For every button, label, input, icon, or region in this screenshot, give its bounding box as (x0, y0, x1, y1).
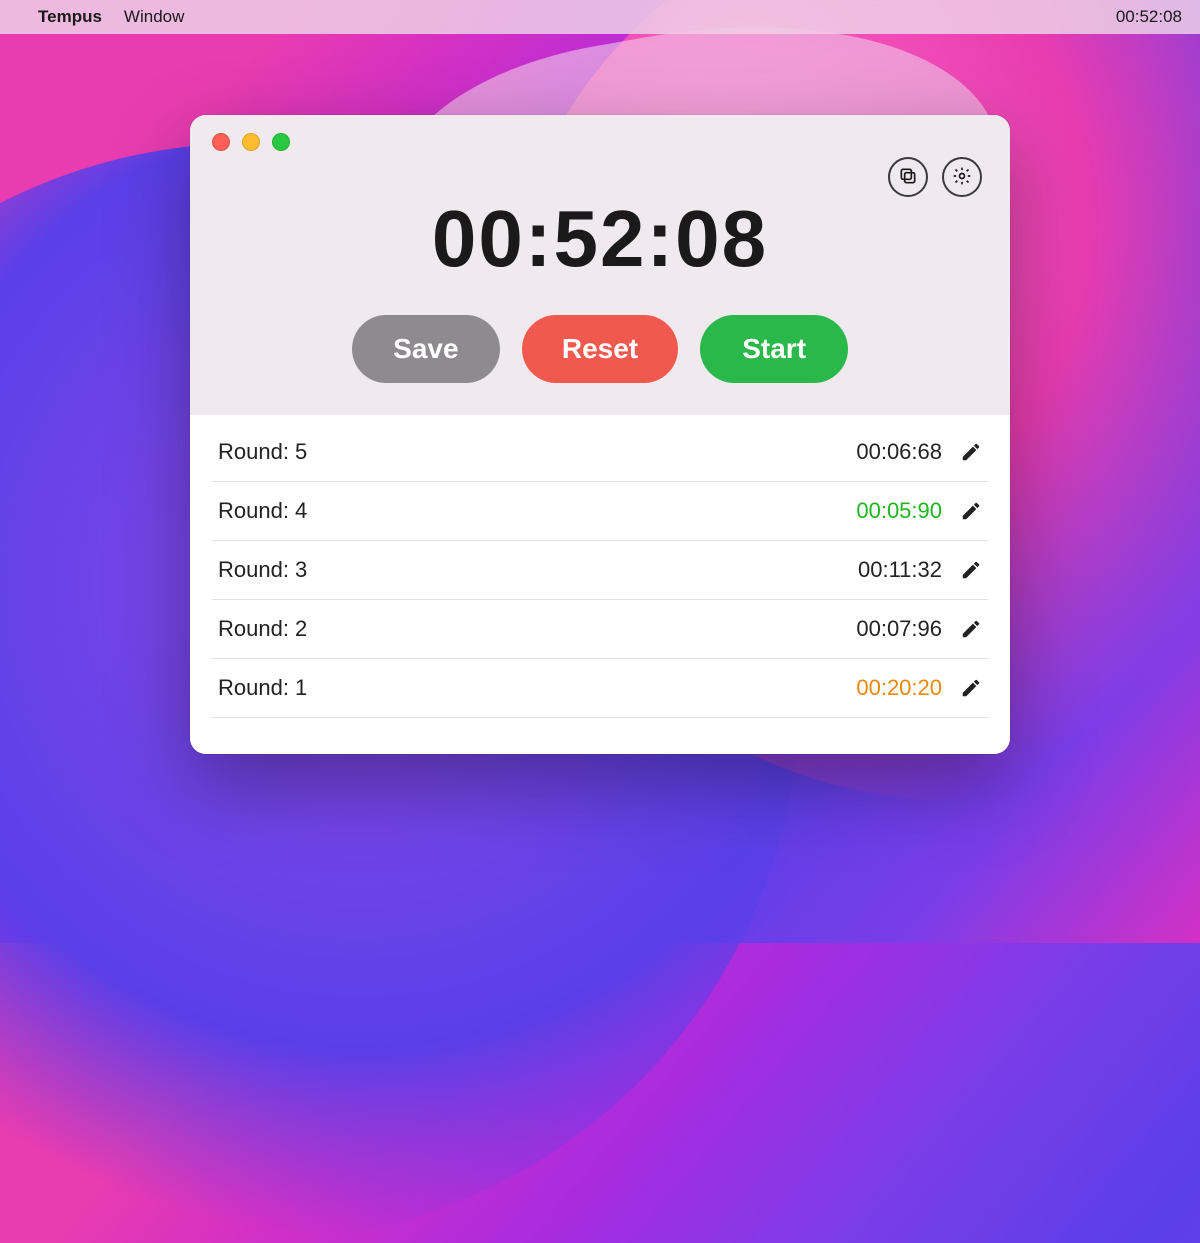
round-time: 00:07:96 (856, 616, 942, 642)
rounds-list: Round: 5 00:06:68 Round: 4 00:05:90 Round: 3… (190, 415, 1010, 754)
app-window: 00:52:08 Save Reset Start Round: 5 00:06:… (190, 115, 1010, 754)
round-label: Round: 4 (218, 498, 307, 524)
edit-round-button[interactable] (960, 559, 982, 581)
pencil-icon (960, 443, 982, 468)
round-row: Round: 4 00:05:90 (212, 482, 988, 541)
edit-round-button[interactable] (960, 618, 982, 640)
round-row: Round: 2 00:07:96 (212, 600, 988, 659)
pencil-icon (960, 561, 982, 586)
menu-window[interactable]: Window (124, 7, 184, 27)
edit-round-button[interactable] (960, 441, 982, 463)
window-header-area: 00:52:08 Save Reset Start (190, 115, 1010, 415)
edit-round-button[interactable] (960, 500, 982, 522)
round-label: Round: 1 (218, 675, 307, 701)
save-button[interactable]: Save (352, 315, 500, 383)
round-label: Round: 5 (218, 439, 307, 465)
pencil-icon (960, 620, 982, 645)
start-button[interactable]: Start (700, 315, 848, 383)
reset-button[interactable]: Reset (522, 315, 678, 383)
round-time: 00:05:90 (856, 498, 942, 524)
round-label: Round: 3 (218, 557, 307, 583)
copy-button[interactable] (888, 157, 928, 197)
round-row: Round: 1 00:20:20 (212, 659, 988, 718)
traffic-lights (212, 133, 988, 151)
round-row: Round: 3 00:11:32 (212, 541, 988, 600)
edit-round-button[interactable] (960, 677, 982, 699)
copy-icon (898, 166, 918, 189)
round-time: 00:06:68 (856, 439, 942, 465)
round-row: Round: 5 00:06:68 (212, 423, 988, 482)
round-label: Round: 2 (218, 616, 307, 642)
gear-icon (952, 166, 972, 189)
round-time: 00:20:20 (856, 675, 942, 701)
minimize-window-button[interactable] (242, 133, 260, 151)
menubar: Tempus Window 00:52:08 (0, 0, 1200, 34)
pencil-icon (960, 502, 982, 527)
settings-button[interactable] (942, 157, 982, 197)
app-menu[interactable]: Tempus (38, 7, 102, 27)
fullscreen-window-button[interactable] (272, 133, 290, 151)
close-window-button[interactable] (212, 133, 230, 151)
pencil-icon (960, 679, 982, 704)
timer-display: 00:52:08 (212, 193, 988, 285)
round-time: 00:11:32 (858, 557, 942, 583)
menubar-clock[interactable]: 00:52:08 (1116, 7, 1182, 27)
